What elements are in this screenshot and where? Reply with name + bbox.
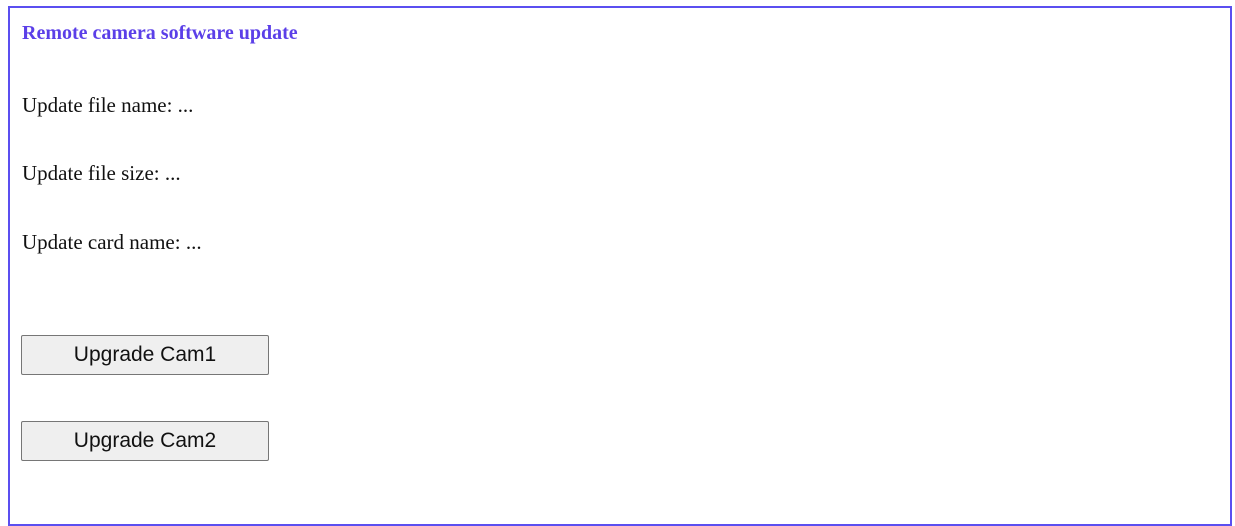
upgrade-cam2-button[interactable]: Upgrade Cam2 (21, 421, 269, 461)
update-file-size: Update file size: ... (22, 161, 181, 185)
update-file-name: Update file name: ... (22, 93, 194, 117)
panel-title: Remote camera software update (22, 22, 298, 44)
software-update-panel: Remote camera software update Update fil… (8, 6, 1232, 526)
update-card-name: Update card name: ... (22, 230, 202, 254)
upgrade-cam1-button[interactable]: Upgrade Cam1 (21, 335, 269, 375)
